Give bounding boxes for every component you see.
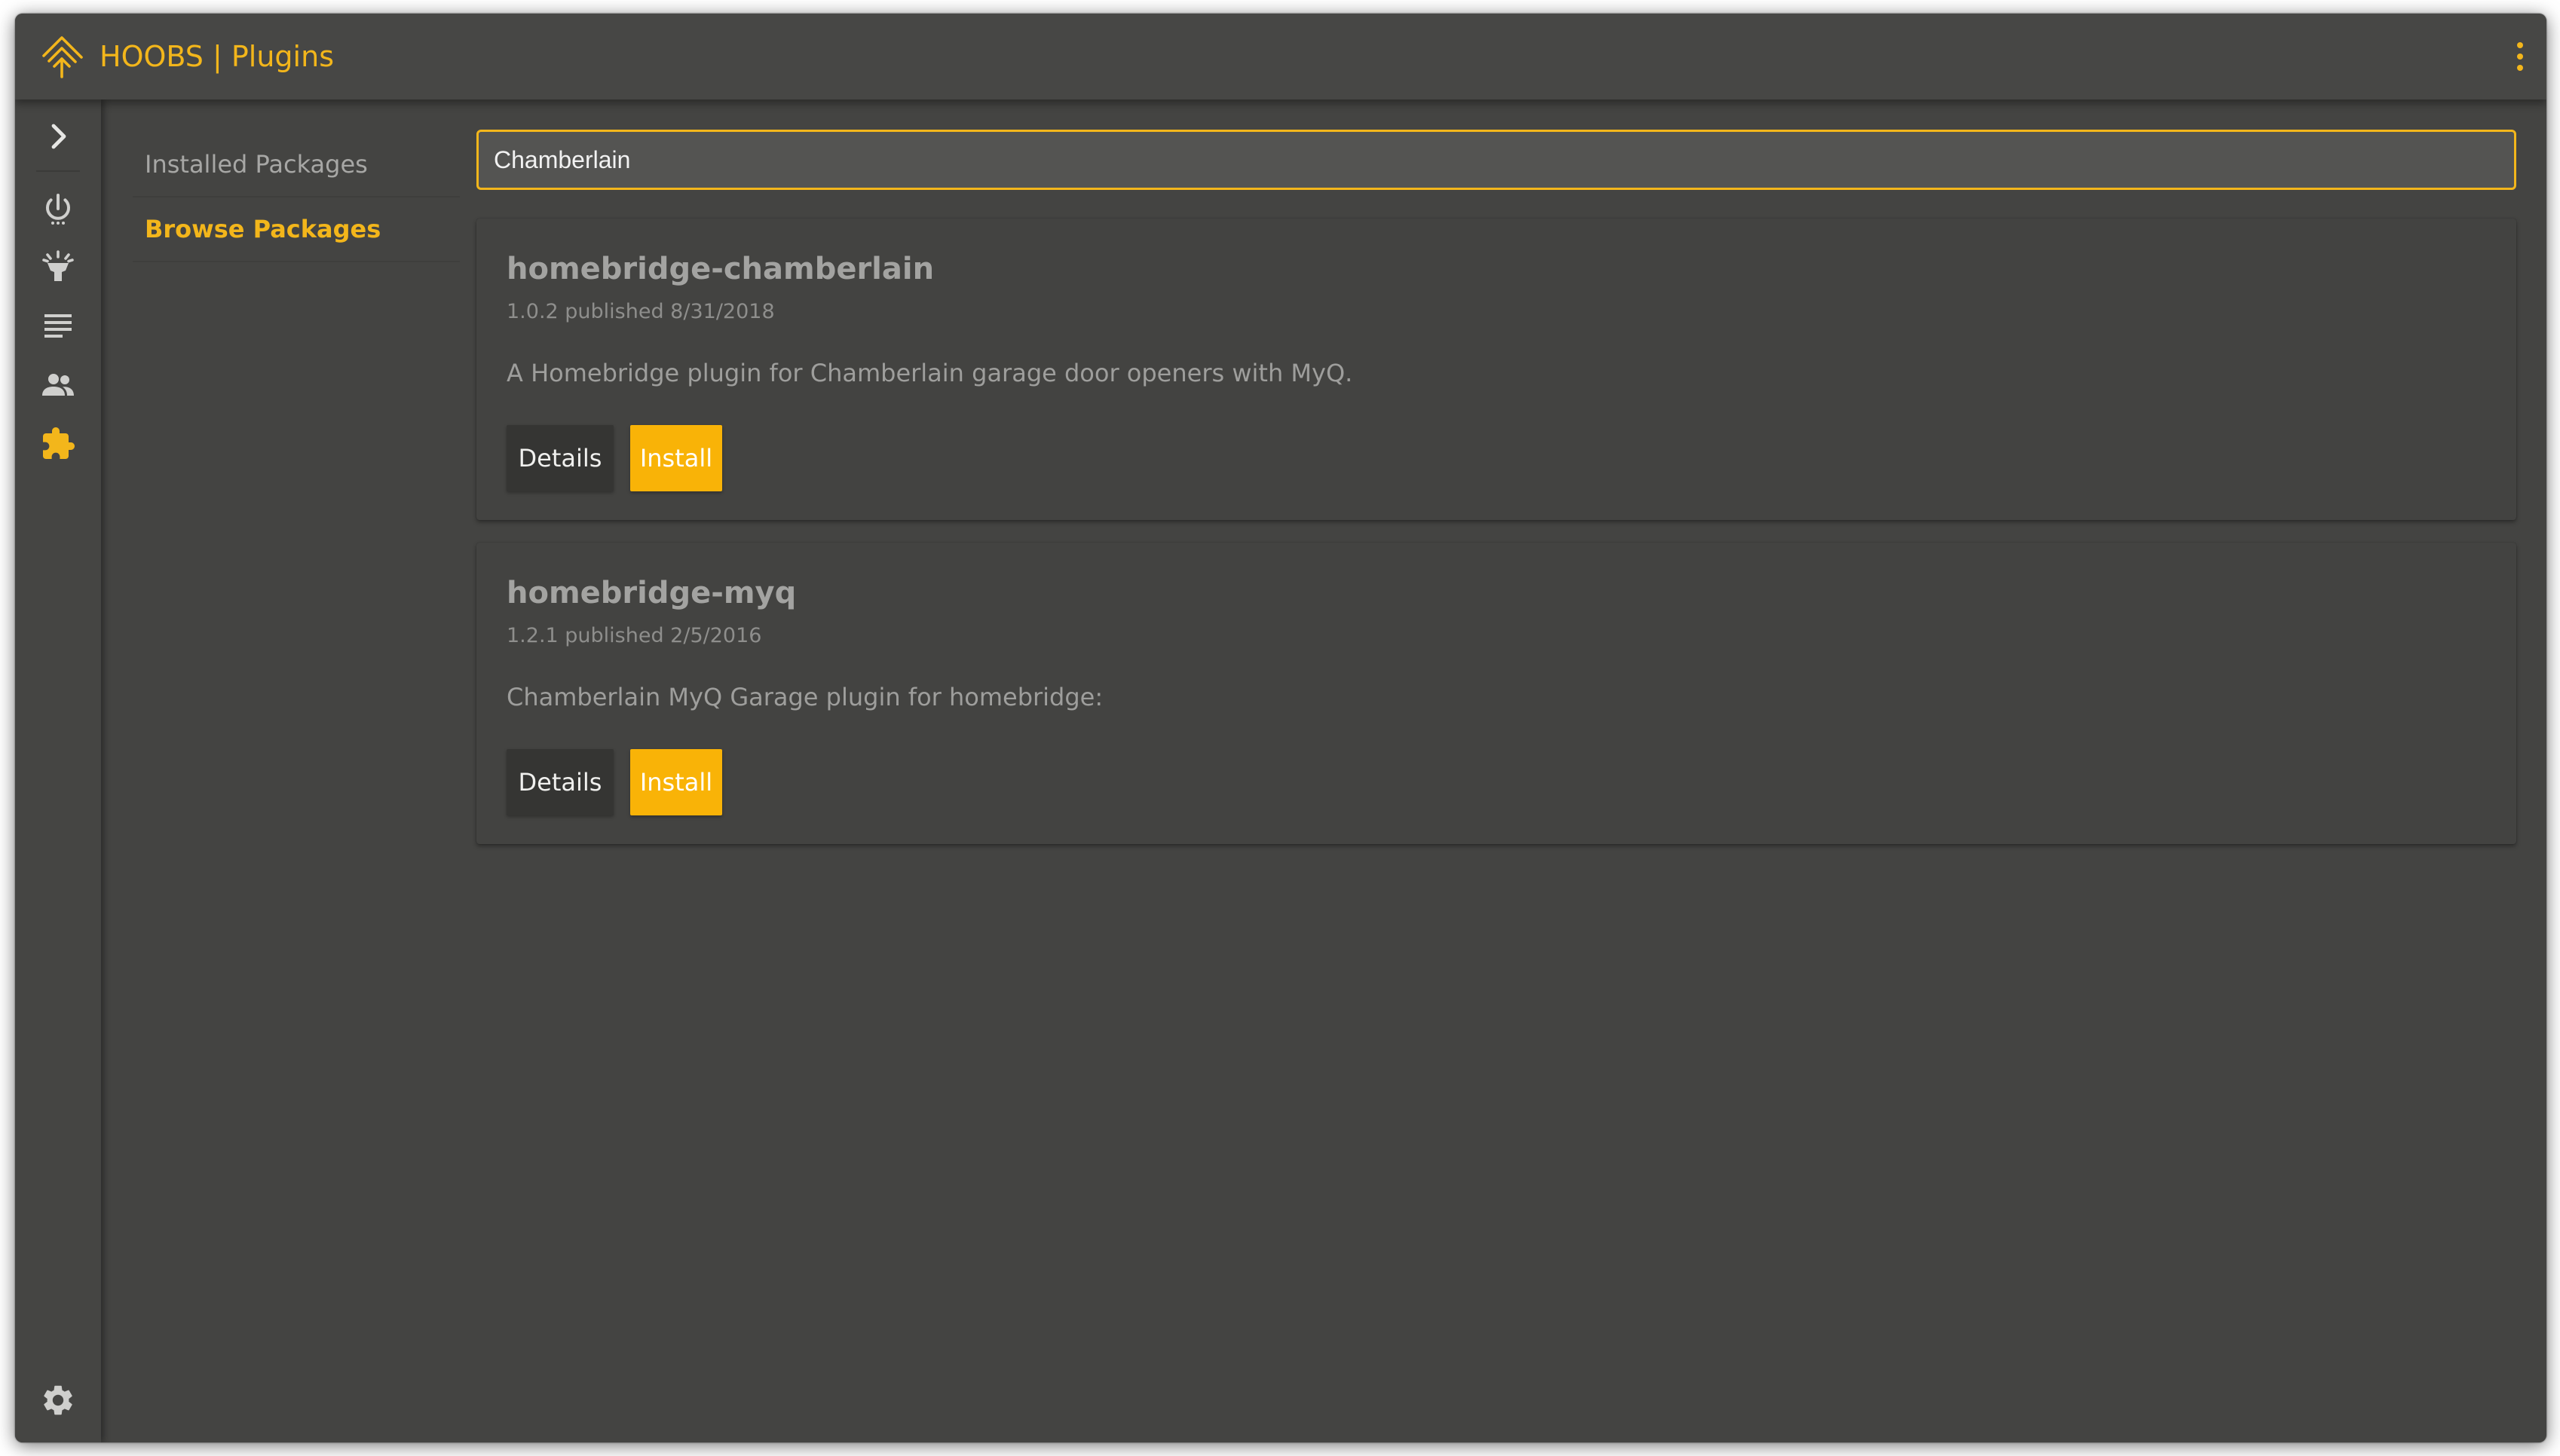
package-description: A Homebridge plugin for Chamberlain gara… xyxy=(507,359,1353,387)
subnav-browse-packages[interactable]: Browse Packages xyxy=(133,197,460,262)
package-search-input[interactable] xyxy=(476,130,2516,190)
sidebar xyxy=(15,99,101,1442)
sidebar-divider xyxy=(36,170,80,172)
details-button[interactable]: Details xyxy=(507,749,614,815)
app-title: HOOBS | Plugins xyxy=(100,40,334,73)
sidebar-item-accessories[interactable] xyxy=(32,244,84,291)
power-icon xyxy=(46,194,70,225)
sidebar-item-log[interactable] xyxy=(32,303,84,350)
package-description: Chamberlain MyQ Garage plugin for homebr… xyxy=(507,683,1104,711)
sidebar-item-users[interactable] xyxy=(32,362,84,408)
sidebar-item-plugins[interactable] xyxy=(32,421,84,467)
package-title: homebridge-chamberlain xyxy=(507,252,935,286)
package-version-date: 1.2.1 published 2/5/2016 xyxy=(507,624,762,647)
gear-icon xyxy=(44,1385,72,1415)
more-vertical-icon[interactable] xyxy=(2509,41,2530,72)
package-subnav: Installed Packages Browse Packages xyxy=(133,133,460,262)
sidebar-item-power[interactable] xyxy=(32,185,84,232)
list-icon xyxy=(44,314,72,338)
install-button[interactable]: Install xyxy=(630,425,722,491)
people-icon xyxy=(42,374,74,396)
chevron-right-icon xyxy=(51,124,66,149)
package-version-date: 1.0.2 published 8/31/2018 xyxy=(507,300,775,323)
details-button[interactable]: Details xyxy=(507,425,614,491)
sidebar-expand-button[interactable] xyxy=(32,113,84,160)
package-card: homebridge-myq 1.2.1 published 2/5/2016 … xyxy=(476,543,2516,844)
app-window: HOOBS | Plugins Installed Packages Brows… xyxy=(15,14,2546,1442)
sidebar-item-settings[interactable] xyxy=(32,1377,84,1424)
lightbulb-icon xyxy=(42,250,74,281)
subnav-installed-packages[interactable]: Installed Packages xyxy=(133,133,460,197)
puzzle-icon xyxy=(43,427,75,459)
hoobs-logo-icon[interactable] xyxy=(39,33,86,80)
install-button[interactable]: Install xyxy=(630,749,722,815)
package-title: homebridge-myq xyxy=(507,576,797,610)
package-card: homebridge-chamberlain 1.0.2 published 8… xyxy=(476,219,2516,520)
app-header: HOOBS | Plugins xyxy=(15,14,2546,99)
